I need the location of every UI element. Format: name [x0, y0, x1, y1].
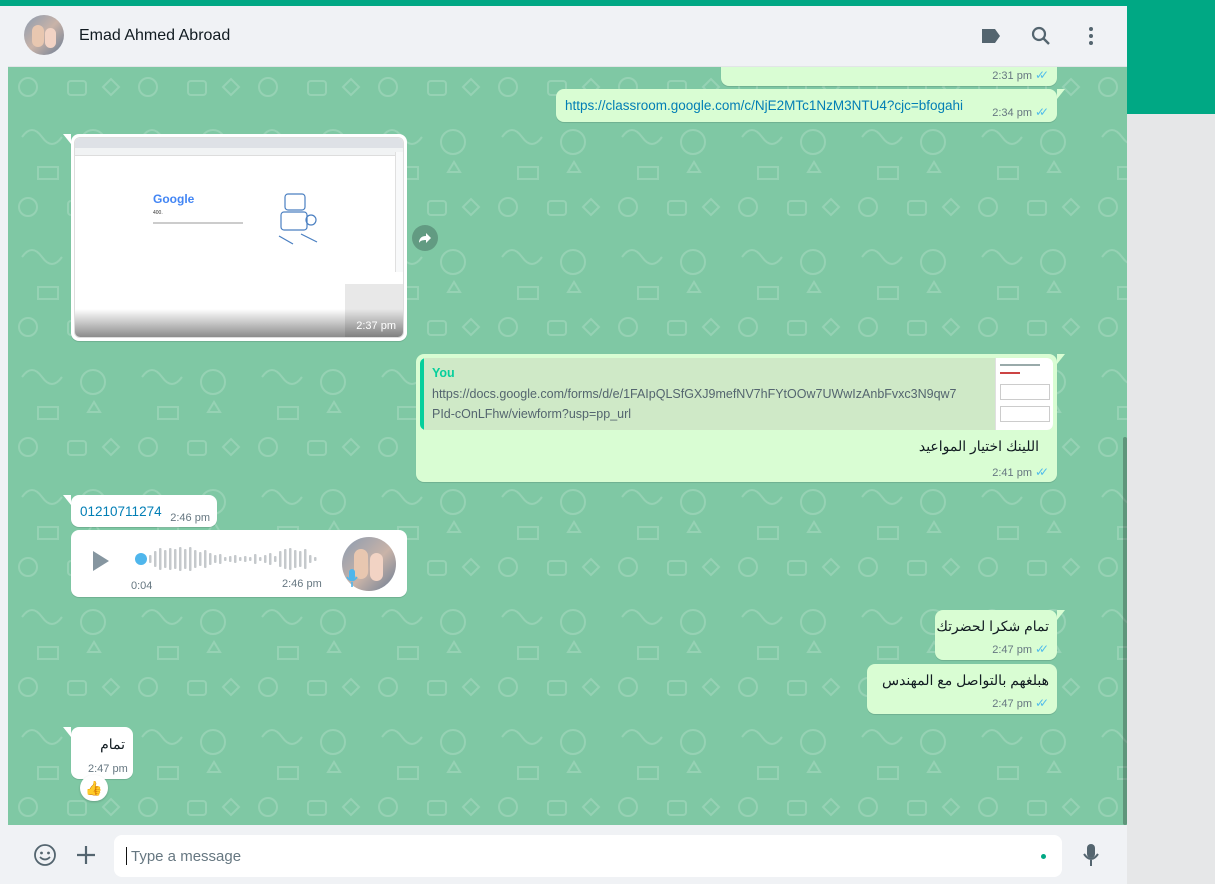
- microphone-icon: [345, 568, 359, 591]
- message-bubble-incoming[interactable]: 01210711274 2:46 pm: [63, 495, 217, 527]
- quote-author: You: [432, 366, 455, 380]
- message-time: 2:37 pm: [356, 320, 396, 332]
- forward-icon[interactable]: [412, 225, 438, 251]
- waveform-icon: [149, 547, 317, 571]
- message-bubble-outgoing[interactable]: https://classroom.google.com/c/NjE2MTc1N…: [556, 89, 1065, 122]
- message-time: 2:31 pm: [992, 70, 1032, 82]
- message-text: تمام شكرا لحضرتك: [936, 618, 1049, 634]
- message-text: اللينك اختيار المواعيد: [918, 438, 1039, 454]
- message-time: 2:47 pm: [992, 698, 1032, 710]
- message-text: هبلغهم بالتواصل مع المهندس: [881, 672, 1049, 688]
- screenshot-image[interactable]: Google 400. 2:37 pm: [74, 137, 404, 338]
- input-status-dot: [1041, 854, 1046, 859]
- menu-icon[interactable]: [1079, 24, 1103, 48]
- label-icon[interactable]: [979, 24, 1003, 48]
- message-bubble-outgoing[interactable]: 2:31 pm ✓✓: [721, 67, 1057, 86]
- message-input-placeholder: Type a message: [131, 848, 242, 865]
- voice-duration: 0:04: [131, 580, 153, 592]
- read-ticks-icon: ✓✓: [1035, 68, 1049, 82]
- thumbnail-google-logo: Google: [153, 192, 195, 206]
- message-time: 2:46 pm: [170, 512, 210, 524]
- message-time: 2:41 pm: [992, 467, 1032, 479]
- quote-text-line1: https://docs.google.com/forms/d/e/1FAIpQ…: [432, 387, 957, 401]
- playback-scrubber[interactable]: [135, 553, 147, 565]
- thumbnail-error-code: 400.: [153, 210, 163, 216]
- message-link[interactable]: https://classroom.google.com/c/NjE2MTc1N…: [565, 98, 963, 113]
- message-time: 2:46 pm: [282, 578, 322, 590]
- contact-name[interactable]: Emad Ahmed Abroad: [79, 27, 230, 45]
- message-text: تمام: [100, 736, 125, 752]
- search-icon[interactable]: [1029, 24, 1053, 48]
- message-time: 2:47 pm: [88, 763, 128, 775]
- quote-thumbnail: [995, 358, 1053, 430]
- compose-footer: Type a message: [8, 825, 1127, 884]
- reaction-thumbs-up-icon[interactable]: 👍: [80, 775, 108, 801]
- message-bubble-outgoing-reply[interactable]: You https://docs.google.com/forms/d/e/1F…: [416, 354, 1065, 482]
- message-bubble-incoming-image[interactable]: Google 400. 2:37 pm: [63, 134, 407, 341]
- emoji-icon[interactable]: [32, 842, 58, 868]
- right-background-panel: [1127, 114, 1215, 884]
- read-ticks-icon: ✓✓: [1035, 105, 1049, 119]
- chat-header[interactable]: Emad Ahmed Abroad: [8, 6, 1127, 67]
- read-ticks-icon: ✓✓: [1035, 696, 1049, 710]
- attach-plus-icon[interactable]: [73, 842, 99, 868]
- chat-scrollbar[interactable]: [1123, 437, 1127, 825]
- broken-robot-icon: [278, 193, 318, 245]
- quote-text-line2: PId-cOnLFhw/viewform?usp=pp_url: [432, 407, 632, 421]
- message-bubble-outgoing[interactable]: تمام شكرا لحضرتك 2:47 pm ✓✓: [935, 610, 1065, 660]
- contact-avatar[interactable]: [24, 15, 64, 55]
- left-border-strip: [0, 6, 8, 884]
- message-bubble-incoming[interactable]: تمام 2:47 pm: [63, 727, 133, 779]
- message-bubble-outgoing[interactable]: هبلغهم بالتواصل مع المهندس 2:47 pm ✓✓: [867, 664, 1057, 714]
- chat-area[interactable]: 2:31 pm ✓✓ https://classroom.google.com/c…: [8, 67, 1127, 825]
- right-accent-block: [1127, 6, 1215, 114]
- message-time: 2:34 pm: [992, 107, 1032, 119]
- quoted-message[interactable]: You https://docs.google.com/forms/d/e/1F…: [420, 358, 1053, 430]
- message-time: 2:47 pm: [992, 644, 1032, 656]
- voice-message-bubble[interactable]: 0:04 2:46 pm: [71, 530, 407, 597]
- microphone-icon[interactable]: [1078, 842, 1104, 868]
- play-icon[interactable]: [91, 549, 111, 576]
- read-ticks-icon: ✓✓: [1035, 465, 1049, 479]
- read-ticks-icon: ✓✓: [1035, 642, 1049, 656]
- message-input[interactable]: Type a message: [114, 835, 1062, 877]
- phone-number-link[interactable]: 01210711274: [80, 504, 162, 519]
